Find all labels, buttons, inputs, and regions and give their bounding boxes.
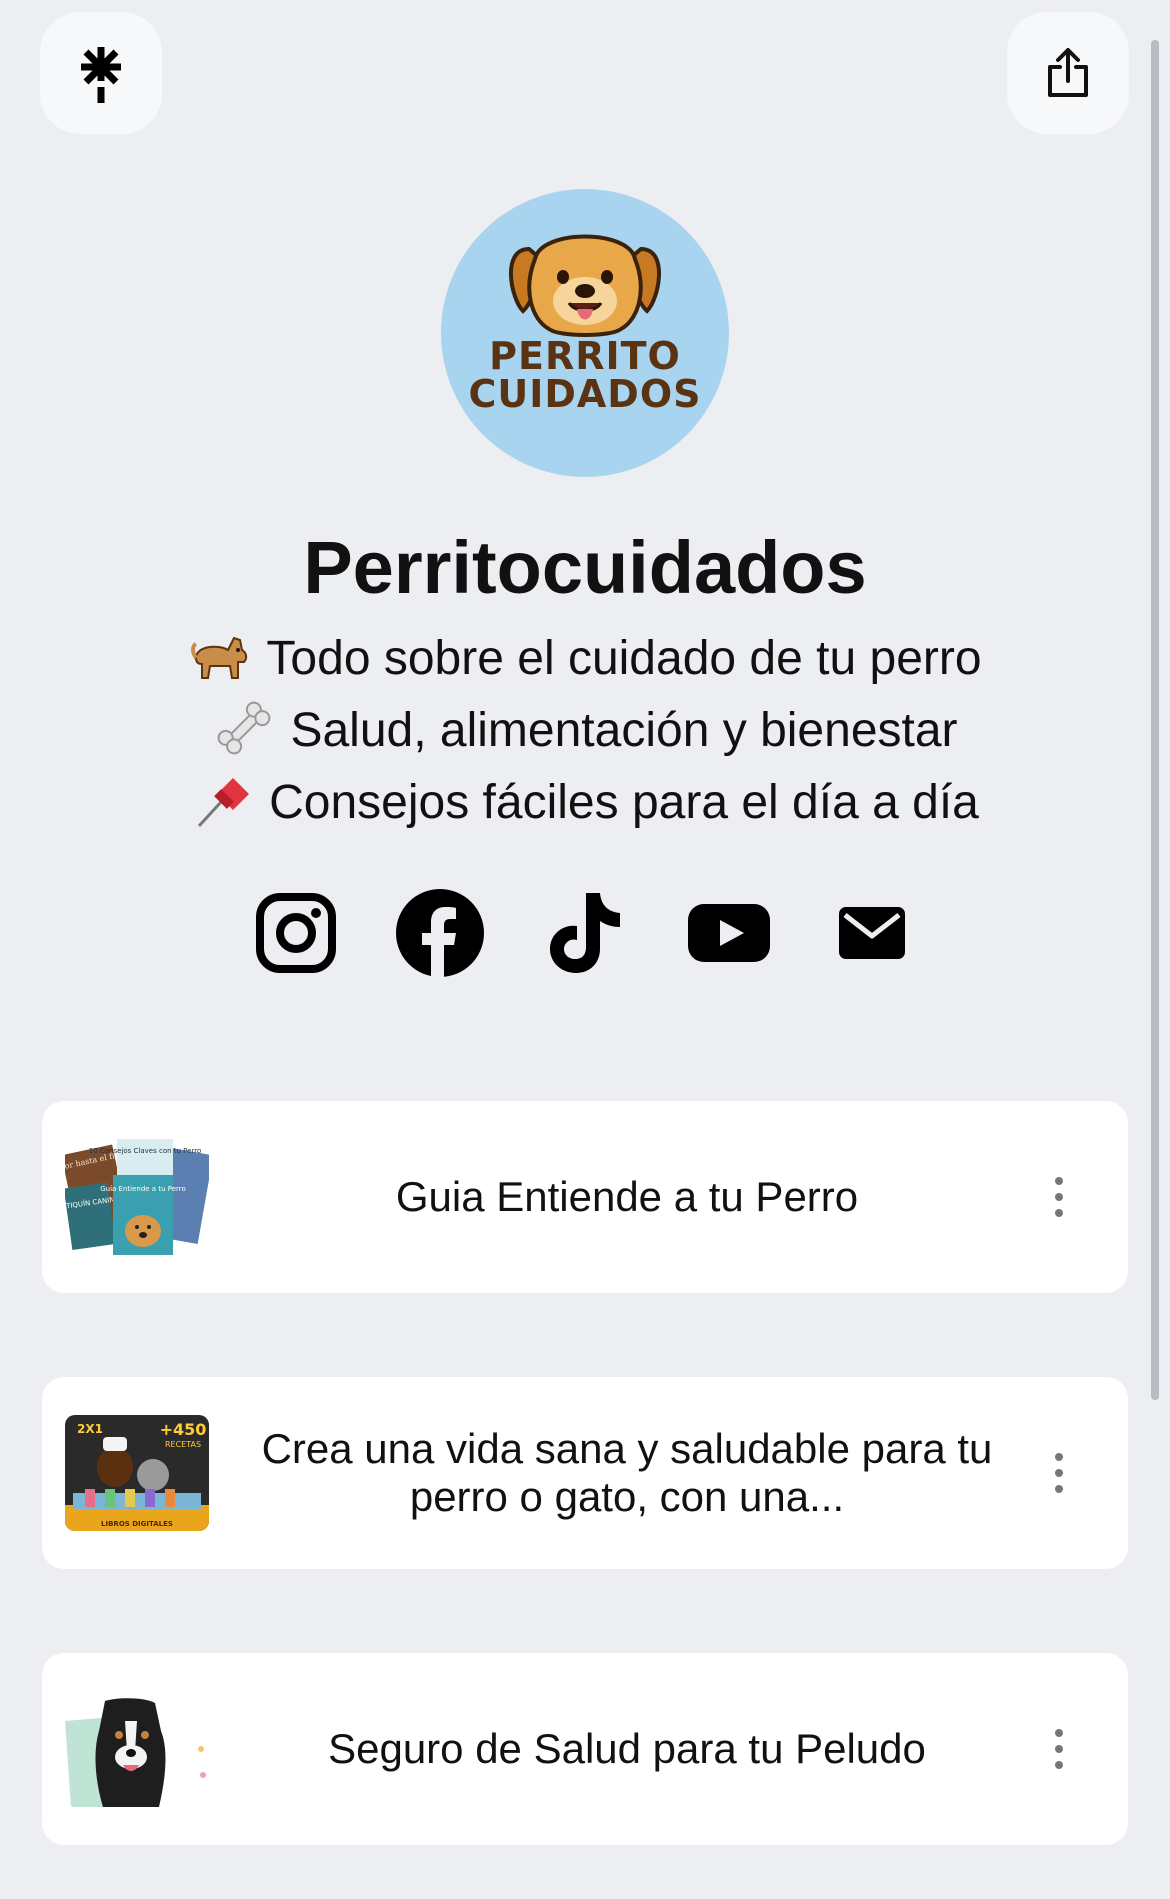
- email-link[interactable]: [824, 885, 920, 981]
- link-card-recetas[interactable]: 2X1 +450 RECETAS LIBROS DIGITALES Crea u…: [42, 1377, 1128, 1569]
- bio-text-2: Salud, alimentación y bienestar: [290, 704, 958, 757]
- more-options-icon[interactable]: [1044, 1177, 1074, 1217]
- promo-footer: LIBROS DIGITALES: [101, 1520, 173, 1528]
- link-card-seguro[interactable]: Seguro de Salud para tu Peludo: [42, 1653, 1128, 1845]
- share-icon: [1048, 48, 1088, 97]
- linktree-page: PERRITO CUIDADOS Perritocuidados Todo so…: [0, 0, 1170, 1899]
- recetas-thumbnail: 2X1 +450 RECETAS LIBROS DIGITALES: [65, 1415, 209, 1531]
- profile-title: Perritocuidados: [303, 526, 867, 609]
- dog-icon: [191, 636, 248, 679]
- instagram-icon: [256, 893, 336, 973]
- link-label-guia: Guia Entiende a tu Perro: [395, 1173, 859, 1220]
- dog-face-illustration: [509, 234, 661, 337]
- bio-line-1: Todo sobre el cuidado de tu perro: [0, 628, 1170, 686]
- bio-line-2: Salud, alimentación y bienestar: [0, 700, 1170, 758]
- profile-avatar: PERRITO CUIDADOS: [441, 189, 729, 477]
- email-icon: [839, 907, 905, 959]
- bio-line-3: Consejos fáciles para el día a día: [0, 772, 1170, 830]
- avatar-text-line2: CUIDADOS: [468, 372, 702, 416]
- link-label-seguro: Seguro de Salud para tu Peludo: [328, 1725, 926, 1772]
- instagram-link[interactable]: [248, 885, 344, 981]
- more-options-icon[interactable]: [1044, 1729, 1074, 1769]
- seguro-thumbnail: [65, 1691, 209, 1807]
- linktree-logo-button[interactable]: [40, 12, 162, 134]
- book-title-consejos: 10 Consejos Claves con tu Perro: [89, 1147, 201, 1155]
- youtube-icon: [688, 904, 770, 962]
- book-title-guia: Guía Entiende a tu Perro: [100, 1185, 186, 1193]
- tiktok-link[interactable]: [536, 885, 632, 981]
- youtube-link[interactable]: [681, 885, 777, 981]
- bio-text-1: Todo sobre el cuidado de tu perro: [266, 632, 982, 685]
- facebook-icon: [396, 889, 484, 977]
- link-label-recetas: Crea una vida sana y saludable para tu p…: [261, 1425, 993, 1520]
- bone-icon: [218, 701, 271, 755]
- asterisk-logo-icon: [81, 47, 121, 103]
- link-card-guia[interactable]: Amor hasta el final BOTIQUÍN CANINO 10 C…: [42, 1101, 1128, 1293]
- bio-text-3: Consejos fáciles para el día a día: [269, 776, 979, 829]
- guia-thumbnail: Amor hasta el final BOTIQUÍN CANINO 10 C…: [65, 1139, 209, 1255]
- tiktok-icon: [550, 893, 620, 973]
- promo-sub: RECETAS: [165, 1440, 201, 1449]
- promo-tag: 2X1: [77, 1422, 103, 1436]
- share-button[interactable]: [1007, 12, 1129, 134]
- pushpin-icon: [198, 778, 250, 828]
- promo-badge: +450: [160, 1420, 207, 1439]
- facebook-link[interactable]: [392, 885, 488, 981]
- more-options-icon[interactable]: [1044, 1453, 1074, 1493]
- avatar-text-line1: PERRITO: [489, 334, 681, 378]
